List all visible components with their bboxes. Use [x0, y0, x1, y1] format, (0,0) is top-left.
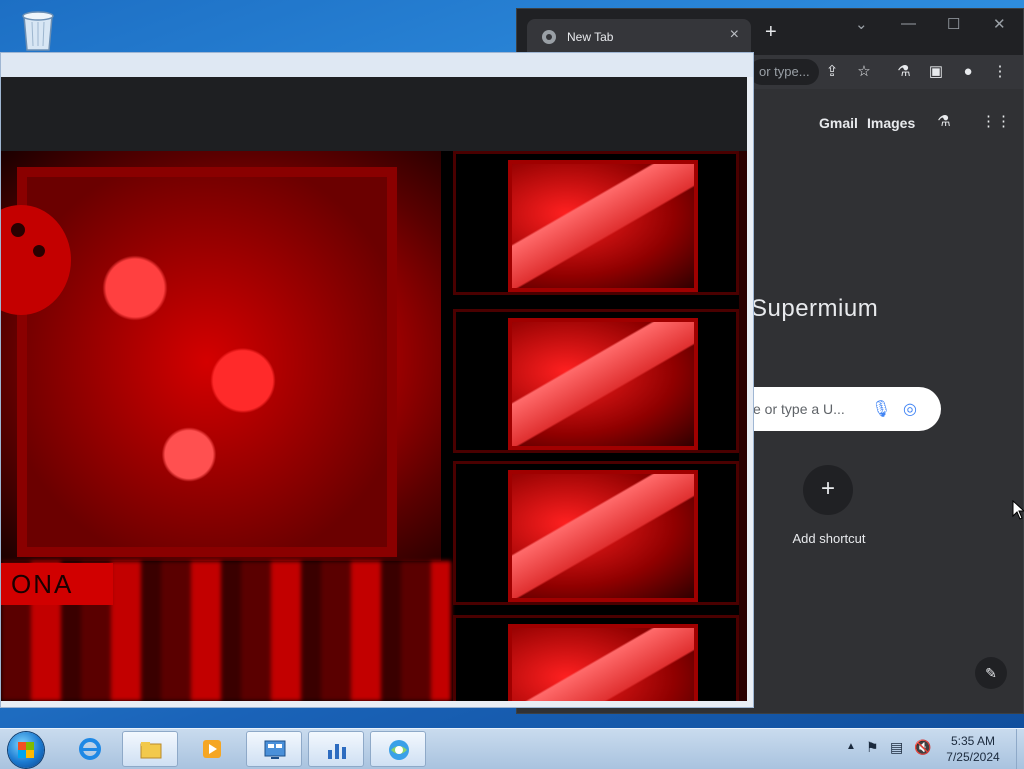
labs-flask-icon[interactable]: ⚗	[893, 61, 915, 83]
clock-time: 5:35 AM	[950, 734, 996, 748]
video-frame[interactable]: ONA	[1, 151, 747, 701]
close-window-button[interactable]: ✕	[993, 15, 1006, 33]
search-placeholder: e or type a U...	[753, 401, 845, 417]
tab-title: New Tab	[567, 30, 614, 44]
chrome-icon	[541, 29, 557, 45]
video-caption: ONA	[1, 563, 113, 605]
tab-strip: New Tab × + ⌄ — ☐ ✕	[517, 9, 1023, 55]
video-thumbnail	[453, 151, 739, 295]
internet-explorer-icon	[79, 738, 101, 760]
bookmark-star-icon[interactable]: ☆	[853, 61, 875, 83]
menu-kebab-icon[interactable]: ⋮	[989, 61, 1011, 83]
player-header-bar	[1, 77, 747, 151]
show-hidden-icons-icon[interactable]: ▲	[846, 741, 856, 752]
file-explorer-taskbar-button[interactable]	[122, 731, 178, 767]
profile-icon[interactable]: ●	[957, 61, 979, 83]
browser-globe-icon	[389, 740, 409, 760]
windows-logo-lower	[18, 750, 34, 758]
omnibox[interactable]: or type...	[749, 59, 819, 85]
tab-close-icon[interactable]: ×	[730, 26, 739, 44]
video-main-image	[1, 151, 441, 561]
start-button[interactable]	[8, 732, 44, 768]
side-panel-icon[interactable]: ▣	[925, 61, 947, 83]
images-link[interactable]: Images	[867, 115, 915, 131]
add-shortcut-label: Add shortcut	[792, 531, 866, 546]
microphone-icon[interactable]: 🎙	[871, 399, 891, 419]
action-center-flag-icon[interactable]: ⚑	[866, 739, 879, 756]
show-desktop-button[interactable]	[1016, 729, 1024, 769]
video-thumbnail	[453, 309, 739, 453]
volume-muted-icon[interactable]: 🔇	[914, 739, 931, 756]
browser-taskbar-button[interactable]	[370, 731, 426, 767]
video-thumbnail	[453, 461, 739, 605]
lens-camera-icon[interactable]: ◎	[903, 399, 917, 419]
clock-date: 7/25/2024	[946, 750, 1000, 764]
video-right-edge	[739, 151, 747, 701]
control-panel-taskbar-button[interactable]	[246, 731, 302, 767]
media-player-icon	[203, 740, 221, 758]
taskmgr-taskbar-button[interactable]	[308, 731, 364, 767]
system-clock[interactable]: 5:35 AM 7/25/2024	[936, 733, 1010, 765]
media-player-taskbar-button[interactable]	[184, 731, 240, 767]
internet-explorer-taskbar-button[interactable]	[62, 731, 118, 767]
folder-icon	[140, 742, 162, 759]
mouse-cursor	[1012, 499, 1024, 525]
player-titlebar[interactable]	[1, 53, 753, 77]
gmail-link[interactable]: Gmail	[819, 115, 858, 131]
video-player-window: ONA	[0, 52, 754, 708]
tab-new-tab[interactable]: New Tab ×	[527, 19, 751, 55]
tab-search-icon[interactable]: ⌄	[855, 15, 868, 33]
apps-grid-icon[interactable]: ⋮⋮	[981, 111, 1011, 133]
labs-flask-icon[interactable]: ⚗	[933, 111, 955, 133]
taskbar: ▲ ⚑ ▤ 🔇 5:35 AM 7/25/2024	[0, 728, 1024, 769]
recycle-bin-icon[interactable]	[18, 6, 58, 52]
add-shortcut-button[interactable]: +	[803, 465, 853, 515]
network-icon[interactable]: ▤	[890, 739, 903, 756]
chart-app-icon	[328, 744, 346, 759]
customize-pencil-icon[interactable]: ✎	[975, 657, 1007, 689]
new-tab-button[interactable]: +	[765, 21, 777, 44]
share-icon[interactable]: ⇪	[821, 61, 843, 83]
video-thumbnail	[453, 615, 739, 701]
video-inner-frame	[17, 167, 397, 557]
logo-text: Supermium	[751, 295, 879, 322]
control-panel-icon	[264, 740, 286, 759]
maximize-button[interactable]: ☐	[947, 15, 960, 33]
minimize-button[interactable]: —	[901, 15, 916, 32]
